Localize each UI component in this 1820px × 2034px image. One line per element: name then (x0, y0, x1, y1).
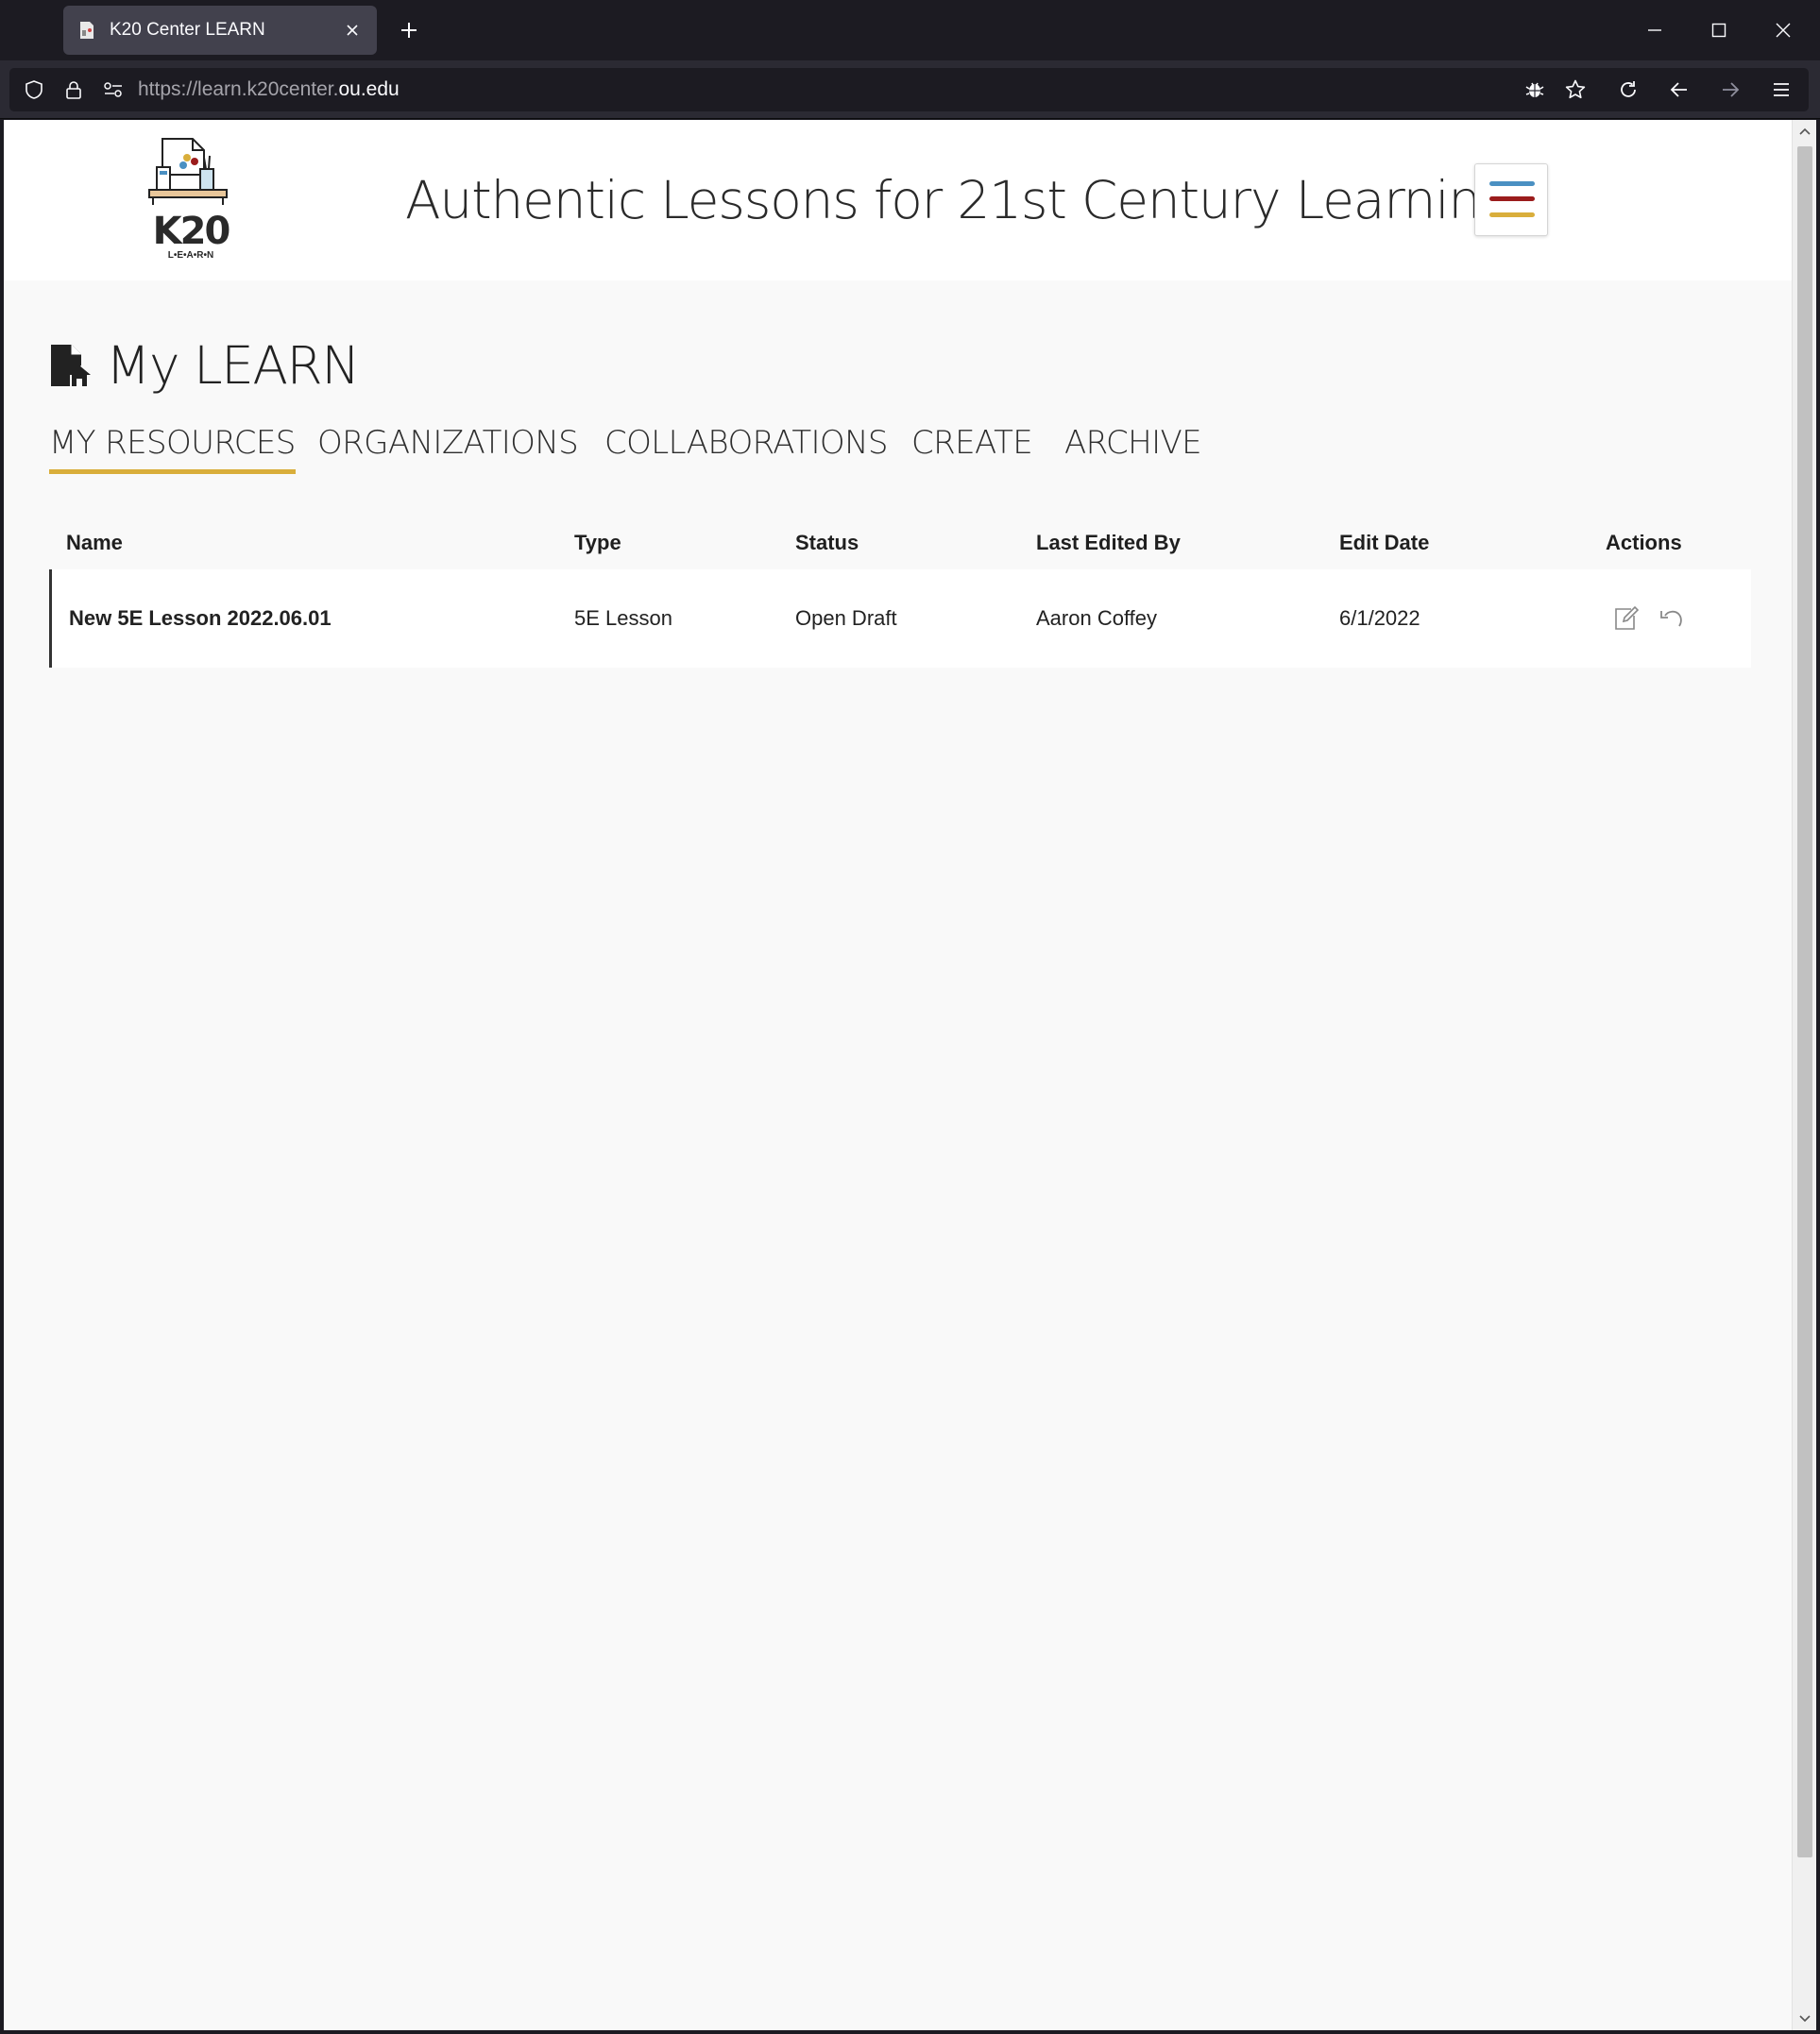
browser-toolbar: https://learn.k20center.ou.edu (0, 60, 1820, 119)
minimize-window-icon[interactable] (1634, 9, 1675, 51)
page-viewport: K20 L•E•A•R•N Authentic Lessons for 21st… (4, 120, 1792, 2030)
reload-icon[interactable] (1607, 68, 1649, 111)
browser-tab-bar: K20 Center LEARN (0, 0, 1820, 60)
forward-arrow-icon[interactable] (1709, 68, 1751, 111)
url-prefix: https://learn.k20center. (138, 78, 339, 100)
app-menu-icon[interactable] (1760, 68, 1802, 111)
window-frame-right (1816, 120, 1820, 2034)
browser-tab-title: K20 Center LEARN (110, 20, 265, 40)
tab-archive[interactable]: ARCHIVE (1064, 417, 1202, 474)
back-arrow-icon[interactable] (1658, 68, 1700, 111)
scroll-up-icon[interactable] (1793, 120, 1817, 143)
tab-organizations[interactable]: ORGANIZATIONS (317, 417, 579, 474)
site-title: Authentic Lessons for 21st Century Learn… (405, 170, 1511, 230)
site-permissions-icon[interactable] (96, 68, 130, 111)
logo-text: K20 (152, 210, 231, 253)
browser-tab[interactable]: K20 Center LEARN (63, 6, 377, 55)
scrollbar-thumb[interactable] (1797, 146, 1812, 1857)
window-frame-bottom (0, 2030, 1820, 2034)
bug-extension-icon[interactable] (1518, 68, 1552, 111)
column-header-actions: Actions (1606, 531, 1682, 554)
menu-line-blue (1489, 181, 1535, 186)
menu-line-red (1489, 196, 1535, 201)
resource-type: 5E Lesson (574, 606, 672, 630)
url-domain: ou.edu (338, 78, 400, 100)
lock-icon[interactable] (57, 68, 91, 111)
logo-subtext: L•E•A•R•N (167, 250, 214, 261)
maximize-window-icon[interactable] (1698, 9, 1740, 51)
column-header-name[interactable]: Name (66, 515, 123, 571)
tab-collaborations[interactable]: COLLABORATIONS (604, 417, 889, 474)
page-title: My LEARN (106, 335, 360, 396)
table-header: Name Type Status Last Edited By Edit Dat… (53, 515, 1753, 571)
tracking-shield-icon[interactable] (17, 68, 51, 111)
url-text[interactable]: https://learn.k20center.ou.edu (138, 68, 400, 111)
close-tab-icon[interactable] (339, 17, 366, 43)
page-scrollbar[interactable] (1792, 120, 1816, 2030)
scroll-down-icon[interactable] (1793, 2008, 1817, 2030)
tab-my-resources[interactable]: MY RESOURCES (49, 417, 296, 474)
resource-edit-date: 6/1/2022 (1339, 606, 1420, 630)
column-header-edit-date[interactable]: Edit Date (1339, 515, 1429, 571)
edit-icon[interactable] (1611, 603, 1641, 634)
tab-create[interactable]: CREATE (911, 417, 1033, 474)
table-row[interactable]: New 5E Lesson 2022.06.01 5E Lesson Open … (49, 569, 1751, 668)
resource-status: Open Draft (795, 606, 897, 630)
revert-icon[interactable] (1657, 603, 1687, 634)
k20-favicon-icon (80, 22, 94, 39)
url-bar[interactable]: https://learn.k20center.ou.edu (9, 68, 1809, 111)
resource-last-edited-by: Aaron Coffey (1036, 606, 1158, 630)
site-menu-button[interactable] (1474, 163, 1548, 236)
column-header-type[interactable]: Type (574, 515, 621, 571)
column-header-status[interactable]: Status (795, 515, 859, 571)
document-home-icon (51, 345, 91, 386)
column-header-last-edited-by[interactable]: Last Edited By (1036, 515, 1181, 571)
menu-line-gold (1489, 212, 1535, 217)
new-tab-icon[interactable] (392, 13, 426, 47)
site-header: K20 L•E•A•R•N Authentic Lessons for 21st… (4, 120, 1792, 280)
page-title-row: My LEARN (47, 328, 360, 403)
close-window-icon[interactable] (1762, 9, 1804, 51)
resource-name-link[interactable]: New 5E Lesson 2022.06.01 (69, 569, 332, 668)
bookmark-star-icon[interactable] (1558, 68, 1592, 111)
